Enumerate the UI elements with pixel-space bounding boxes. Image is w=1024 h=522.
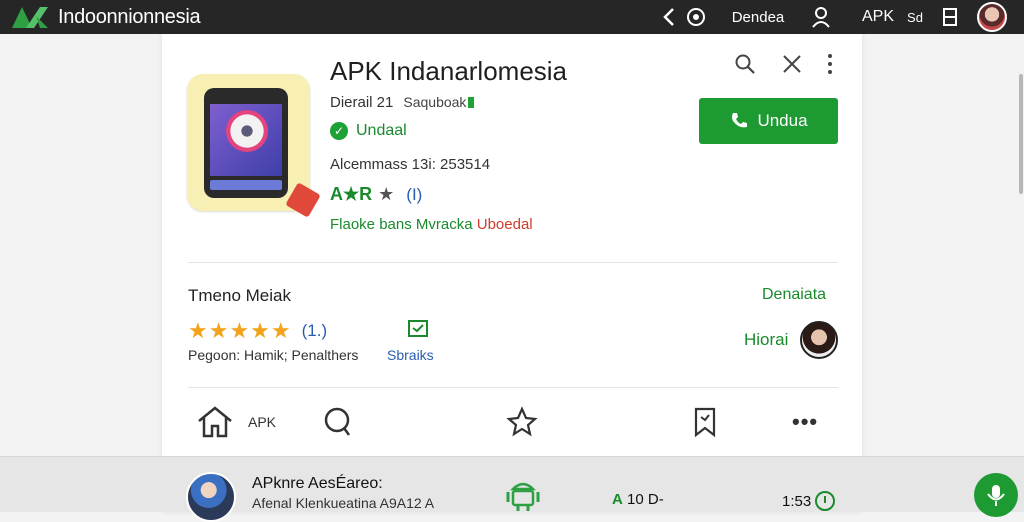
app-title: APK Indanarlomesia: [330, 56, 568, 86]
search-button[interactable]: [733, 52, 757, 76]
divider: [188, 387, 838, 388]
developer-name[interactable]: Dierail 21: [330, 94, 393, 111]
bottom-bar: APknre AesÉareo: Afenal Klenkueatina A9A…: [0, 456, 1024, 522]
phone-icon: [732, 113, 748, 128]
tag-1: Flaoke: [330, 216, 380, 233]
app-detail-card: APK Indanarlomesia Dierail 21 Saquboak ✓ …: [162, 34, 862, 512]
nav-more[interactable]: •••: [792, 404, 818, 440]
star-outline-icon: [506, 406, 538, 437]
reviews-secondary-link[interactable]: Sbraiks: [387, 347, 434, 363]
reviews-label: Pegoon: Hamik; Penalthers: [188, 347, 359, 363]
divider: [188, 262, 838, 263]
user-icon: [812, 7, 830, 28]
rating-text: A★R: [330, 184, 373, 204]
tag-2: bans Mvracka: [379, 216, 477, 233]
bottom-avatar[interactable]: [186, 472, 236, 522]
install-label: Undua: [757, 111, 808, 130]
user-button[interactable]: [806, 0, 836, 34]
bottom-time: 1:53: [782, 491, 836, 511]
scrollbar[interactable]: [1018, 34, 1024, 464]
app-tags: Flaoke bans Mvracka Uboedal: [330, 216, 533, 233]
verified-badge: ✓ Undaal: [330, 122, 407, 140]
nav-home-label: APK: [248, 414, 277, 430]
app-icon: [187, 74, 321, 218]
mail-icon: [408, 320, 428, 337]
review-count[interactable]: (1.): [302, 321, 328, 340]
more-horizontal-icon: •••: [792, 409, 819, 434]
install-button[interactable]: Undua: [699, 98, 838, 144]
nav-home[interactable]: APK: [196, 404, 276, 440]
nav-chat[interactable]: [322, 404, 352, 440]
stars-icon: ★★★★★: [188, 318, 292, 343]
write-review-button[interactable]: [407, 318, 429, 340]
star-icon: ★: [378, 184, 395, 204]
chat-icon: [324, 407, 351, 436]
more-options-button[interactable]: [818, 52, 842, 76]
review-stars: ★★★★★ (1.): [188, 318, 327, 344]
reviews-link[interactable]: Denaiata: [762, 286, 826, 304]
voice-fab-button[interactable]: [974, 473, 1018, 517]
logo-icon: [12, 7, 48, 28]
library-button[interactable]: [938, 0, 962, 34]
bottom-time-value: 1:53: [782, 492, 812, 510]
apk-link[interactable]: APK: [858, 0, 898, 34]
nav-link-dendea[interactable]: Dendea: [726, 0, 790, 34]
search-icon: [735, 54, 755, 74]
bottom-stat: A 10 D-: [612, 491, 664, 508]
verified-label: Undaal: [356, 122, 407, 139]
rating-count[interactable]: (I): [406, 185, 422, 205]
close-icon: [783, 55, 801, 73]
home-icon: [198, 406, 232, 438]
reviews-title: Tmeno Meiak: [188, 286, 291, 305]
bottom-stat-value: 10 D-: [627, 491, 664, 508]
bottom-subtitle: Afenal Klenkueatina A9A12 A: [252, 495, 435, 511]
clock-icon: [815, 491, 836, 511]
bookmark-icon: [694, 407, 716, 438]
reviewer-name[interactable]: Hiorai: [744, 330, 788, 350]
nav-bookmarks[interactable]: [692, 404, 718, 440]
tag-3: Uboedal: [476, 216, 533, 233]
developer-line: Dierail 21 Saquboak: [330, 94, 475, 111]
reviewer-avatar[interactable]: [800, 321, 838, 359]
chevron-left-icon: [663, 8, 674, 26]
check-icon: ✓: [330, 122, 348, 140]
nav-favorites[interactable]: [506, 404, 538, 440]
android-icon[interactable]: [505, 475, 541, 513]
bottom-stat-label: A: [612, 491, 623, 508]
bottom-title: APknre AesÉareo:: [252, 475, 383, 492]
settings-link[interactable]: Sd: [902, 0, 928, 34]
book-icon: [943, 8, 957, 26]
green-marker-icon: [468, 97, 475, 108]
more-vertical-icon: [828, 54, 832, 74]
app-meta: Alcemmass 13i: 253514: [330, 156, 491, 173]
microphone-icon: [987, 485, 1005, 506]
back-button[interactable]: [656, 0, 682, 34]
brand-name[interactable]: Indoonnionnesia: [58, 4, 201, 30]
developer-extra: Saquboak: [403, 94, 467, 110]
profile-avatar[interactable]: [977, 2, 1007, 32]
rating-row: A★R ★ (I): [330, 184, 422, 205]
close-button[interactable]: [780, 52, 804, 76]
phone-graphic: [204, 88, 288, 198]
help-button[interactable]: [683, 0, 709, 34]
top-bar: Indoonnionnesia Dendea APK Sd: [0, 0, 1024, 34]
help-icon: [687, 8, 705, 26]
